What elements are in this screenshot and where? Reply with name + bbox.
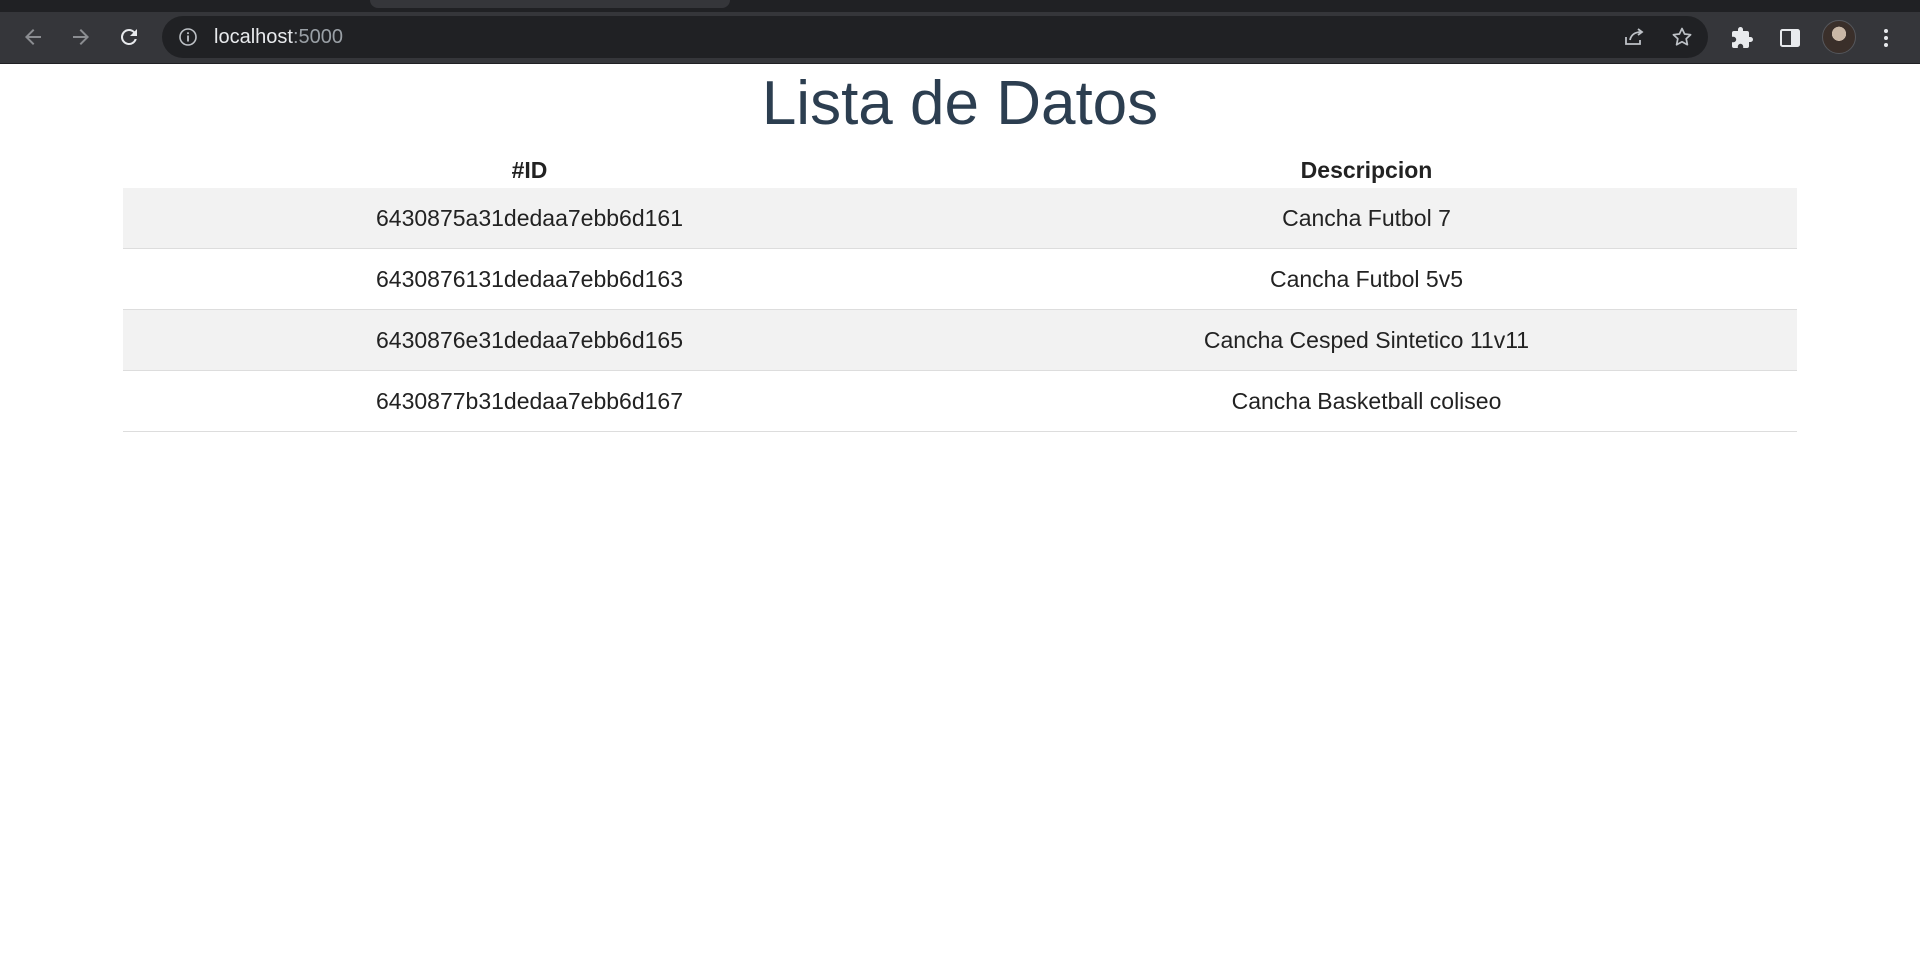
url-port: :5000 — [292, 26, 343, 48]
table-header-row: #ID Descripcion — [123, 152, 1797, 188]
info-icon[interactable] — [178, 27, 198, 47]
page-title: Lista de Datos — [761, 69, 1159, 138]
cell-id: 6430876131dedaa7ebb6d163 — [123, 248, 936, 310]
table-row: 6430876e31dedaa7ebb6d165 Cancha Cesped S… — [123, 309, 1797, 371]
page-content: Lista de Datos #ID Descripcion 6430875a3… — [0, 64, 1920, 961]
back-button[interactable] — [18, 22, 48, 52]
address-bar[interactable]: localhost:5000 — [162, 16, 1708, 58]
cell-id: 6430877b31dedaa7ebb6d167 — [123, 370, 936, 432]
reload-button[interactable] — [114, 22, 144, 52]
forward-button[interactable] — [66, 22, 96, 52]
arrow-left-icon — [25, 29, 41, 45]
cell-id: 6430876e31dedaa7ebb6d165 — [123, 309, 936, 371]
column-header-descripcion: Descripcion — [1300, 156, 1433, 183]
table-row: 6430875a31dedaa7ebb6d161 Cancha Futbol 7 — [123, 188, 1797, 249]
tab-strip — [0, 0, 1920, 12]
table-row: 6430876131dedaa7ebb6d163 Cancha Futbol 5… — [123, 248, 1797, 310]
avatar[interactable] — [1822, 20, 1856, 54]
cell-descripcion: Cancha Basketball coliseo — [936, 370, 1797, 432]
arrow-right-icon — [73, 29, 89, 45]
reload-icon — [121, 28, 137, 45]
data-table: #ID Descripcion 6430875a31dedaa7ebb6d161… — [123, 152, 1797, 432]
cell-descripcion: Cancha Futbol 5v5 — [936, 248, 1797, 310]
cell-id: 6430875a31dedaa7ebb6d161 — [123, 188, 936, 249]
side-panel-icon[interactable] — [1778, 26, 1802, 50]
star-icon[interactable] — [1670, 25, 1694, 49]
cell-descripcion: Cancha Cesped Sintetico 11v11 — [936, 309, 1797, 371]
column-header-id: #ID — [511, 156, 548, 183]
table-row: 6430877b31dedaa7ebb6d167 Cancha Basketba… — [123, 370, 1797, 432]
browser-toolbar: localhost:5000 — [0, 12, 1920, 64]
cell-descripcion: Cancha Futbol 7 — [936, 188, 1797, 249]
url-host: localhost — [214, 26, 293, 48]
puzzle-icon[interactable] — [1730, 26, 1754, 50]
share-icon[interactable] — [1622, 25, 1646, 49]
active-tab[interactable] — [370, 0, 730, 8]
kebab-menu-icon[interactable] — [1874, 26, 1898, 50]
url-text[interactable]: localhost:5000 — [214, 27, 343, 47]
